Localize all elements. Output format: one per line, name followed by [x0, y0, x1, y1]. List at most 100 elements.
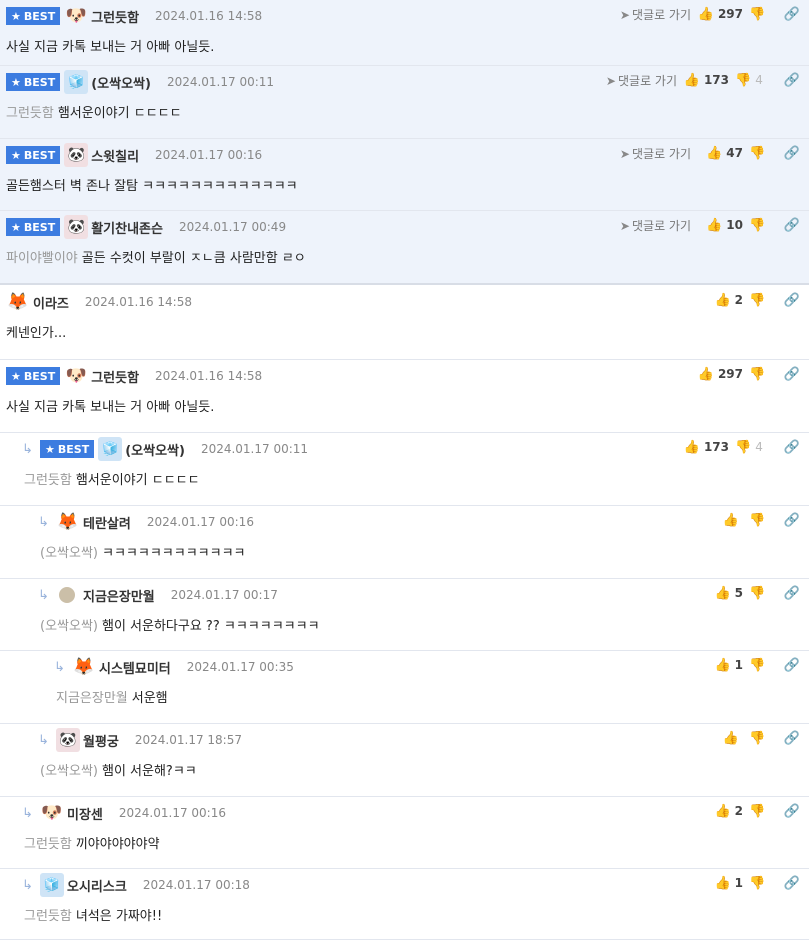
- dislike-button[interactable]: 👎: [749, 804, 775, 819]
- dislike-button[interactable]: 👎: [749, 586, 775, 601]
- comment-header: ↳ 🧊 오시리스크 2024.01.17 00:18: [22, 873, 250, 897]
- comment-header: ↳ 🦊 테란살려 2024.01.17 00:16: [38, 512, 254, 532]
- like-button[interactable]: 👍 173: [683, 439, 735, 455]
- nickname[interactable]: (오싹오싹): [91, 73, 151, 92]
- best-badge: ★ BEST: [40, 440, 95, 458]
- like-button[interactable]: 👍: [701, 731, 749, 746]
- avatar[interactable]: 🐶: [40, 801, 64, 825]
- nickname[interactable]: 오시리스크: [67, 876, 127, 895]
- like-button[interactable]: 👍 2: [701, 293, 749, 308]
- dislike-button[interactable]: 👎 4: [735, 440, 775, 455]
- thumbs-down-icon: 👎: [749, 875, 766, 891]
- nickname[interactable]: (오싹오싹): [125, 440, 185, 459]
- reply-target[interactable]: 그런듯함: [6, 106, 54, 121]
- nickname[interactable]: 그런듯함: [91, 7, 139, 26]
- avatar[interactable]: 🐶: [64, 364, 88, 388]
- comment-body: 케넨인가...: [6, 322, 66, 341]
- link-icon[interactable]: 🔗: [775, 218, 809, 233]
- like-button[interactable]: 👍 1: [701, 876, 749, 891]
- reply-target[interactable]: 그런듯함: [24, 837, 72, 852]
- avatar[interactable]: 🧊: [64, 70, 89, 94]
- nickname[interactable]: 그런듯함: [91, 367, 139, 386]
- star-icon: ★: [11, 75, 21, 89]
- avatar[interactable]: 🐼: [64, 143, 89, 167]
- dislike-button[interactable]: 👎: [749, 7, 775, 22]
- nickname[interactable]: 스윗칠리: [91, 146, 139, 165]
- avatar[interactable]: [59, 587, 75, 603]
- dislike-button[interactable]: 👎: [749, 218, 775, 233]
- reply-target[interactable]: (오싹오싹): [40, 764, 98, 779]
- avatar[interactable]: 🧊: [40, 873, 64, 897]
- dislike-button[interactable]: 👎: [749, 146, 775, 161]
- avatar[interactable]: 🐶: [64, 4, 88, 28]
- link-icon[interactable]: 🔗: [775, 658, 809, 673]
- dislike-button[interactable]: 👎: [749, 658, 775, 673]
- reply-target[interactable]: 파이야빨이야: [6, 251, 78, 266]
- avatar[interactable]: 🐼: [64, 215, 89, 239]
- send-icon: ➤: [619, 146, 630, 161]
- reply-target[interactable]: (오싹오싹): [40, 619, 98, 634]
- link-icon[interactable]: 🔗: [775, 440, 809, 455]
- link-icon[interactable]: 🔗: [775, 513, 809, 528]
- dislike-button[interactable]: 👎: [749, 513, 775, 528]
- like-count: 297: [717, 7, 743, 21]
- like-button[interactable]: 👍 2: [701, 804, 749, 819]
- avatar[interactable]: 🐼: [56, 728, 80, 752]
- like-button[interactable]: 👍 297: [698, 367, 749, 382]
- nickname[interactable]: 시스템묘미터: [99, 658, 171, 677]
- nickname[interactable]: 지금은장만월: [83, 586, 155, 605]
- comment-actions: 👍 1 👎 🔗: [701, 873, 809, 893]
- reply-target[interactable]: (오싹오싹): [40, 546, 98, 561]
- comment-body: 골든햄스터 벽 존나 잘탐 ㅋㅋㅋㅋㅋㅋㅋㅋㅋㅋㅋㅋㅋ: [6, 175, 298, 194]
- reply-target[interactable]: 지금은장만월: [56, 691, 128, 706]
- avatar[interactable]: 🦊: [6, 290, 30, 314]
- dislike-button[interactable]: 👎: [749, 731, 775, 746]
- like-button[interactable]: 👍 1: [701, 658, 749, 673]
- like-button[interactable]: 👍 297: [697, 6, 749, 22]
- avatar[interactable]: 🦊: [56, 510, 80, 534]
- avatar[interactable]: 🦊: [72, 655, 96, 679]
- reply-target[interactable]: 그런듯함: [24, 909, 72, 924]
- link-icon[interactable]: 🔗: [775, 73, 809, 88]
- link-icon[interactable]: 🔗: [775, 146, 809, 161]
- link-icon[interactable]: 🔗: [775, 876, 809, 891]
- nickname[interactable]: 월평궁: [83, 731, 119, 750]
- goto-comment-link[interactable]: ➤ 댓글로 가기: [620, 217, 691, 234]
- comment-header: ↳ 🐶 미장센 2024.01.17 00:16: [22, 803, 226, 823]
- dislike-button[interactable]: 👎: [749, 876, 775, 891]
- comment-actions: 👍 297 👎 🔗: [698, 364, 809, 384]
- comment-body: 파이야빨이야 골든 수컷이 부랄이 ㅈㄴ큼 사람만함 ㄹㅇ: [6, 247, 306, 266]
- dislike-button[interactable]: 👎 4: [735, 73, 775, 88]
- thumbs-up-icon: 👍: [697, 6, 714, 22]
- like-button[interactable]: 👍: [701, 513, 749, 528]
- link-icon[interactable]: 🔗: [775, 367, 809, 382]
- nickname[interactable]: 미장센: [67, 804, 103, 823]
- like-button[interactable]: 👍 173: [684, 73, 735, 88]
- dislike-button[interactable]: 👎: [749, 367, 775, 382]
- best-badge: ★ BEST: [6, 7, 61, 25]
- thumbs-up-icon: 👍: [683, 439, 700, 455]
- link-icon[interactable]: 🔗: [775, 586, 809, 601]
- link-icon[interactable]: 🔗: [775, 731, 809, 746]
- best-badge: ★ BEST: [6, 218, 61, 236]
- link-icon[interactable]: 🔗: [775, 293, 809, 308]
- comment-actions: 👍 👎 🔗: [701, 728, 809, 748]
- goto-comment-link[interactable]: ➤ 댓글로 가기: [620, 6, 691, 23]
- link-icon[interactable]: 🔗: [775, 804, 809, 819]
- goto-comment-link[interactable]: ➤ 댓글로 가기: [606, 72, 677, 89]
- nickname[interactable]: 활기찬내존슨: [91, 218, 163, 237]
- comment-body: (오싹오싹) ㅋㅋㅋㅋㅋㅋㅋㅋㅋㅋㅋㅋ: [40, 542, 246, 561]
- goto-comment-link[interactable]: ➤ 댓글로 가기: [620, 145, 691, 162]
- comment-text: 사실 지금 카톡 보내는 거 아빠 아닐듯.: [6, 400, 215, 415]
- like-count: 173: [703, 440, 729, 454]
- nickname[interactable]: 이라즈: [33, 293, 69, 312]
- like-button[interactable]: 👍 5: [701, 586, 749, 601]
- link-icon[interactable]: 🔗: [775, 7, 809, 22]
- comment-actions: 👍 1 👎 🔗: [701, 655, 809, 675]
- dislike-button[interactable]: 👎: [749, 293, 775, 308]
- avatar[interactable]: 🧊: [98, 437, 123, 461]
- like-button[interactable]: 👍 10: [701, 218, 749, 233]
- reply-target[interactable]: 그런듯함: [24, 473, 72, 488]
- nickname[interactable]: 테란살려: [83, 513, 131, 532]
- like-button[interactable]: 👍 47: [701, 146, 749, 161]
